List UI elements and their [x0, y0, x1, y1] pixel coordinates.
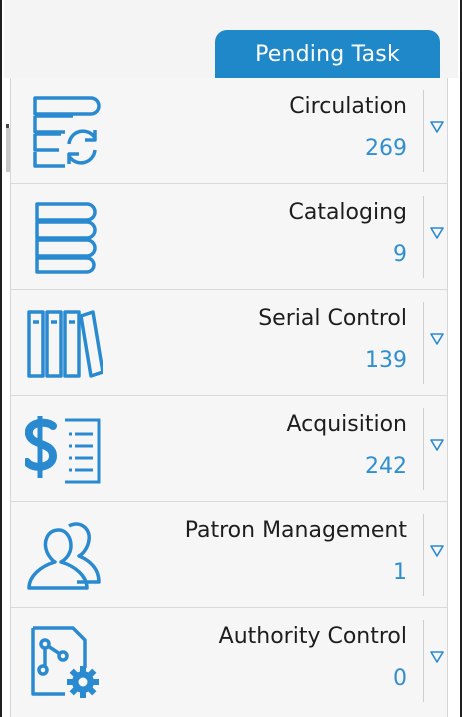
- authority-control-icon: [31, 626, 99, 698]
- panel-header: Pending Task: [4, 0, 458, 78]
- serial-control-icon: [27, 310, 103, 378]
- divider: [423, 620, 424, 702]
- pending-task-window: Pending Task Circulation 269 Cataloging …: [0, 0, 462, 717]
- pending-task-list: Circulation 269 Cataloging 9 Serial Cont…: [10, 78, 448, 717]
- task-label-patron-management: Patron Management: [184, 518, 407, 543]
- expand-triangle-icon[interactable]: [429, 222, 445, 242]
- task-label-cataloging: Cataloging: [288, 200, 407, 225]
- divider: [423, 408, 424, 490]
- acquisition-icon: [25, 416, 101, 484]
- task-row-circulation[interactable]: Circulation 269: [11, 78, 447, 184]
- tab-pending-task[interactable]: Pending Task: [215, 30, 440, 78]
- patron-management-icon: [27, 522, 101, 590]
- task-label-circulation: Circulation: [289, 94, 407, 119]
- expand-triangle-icon[interactable]: [429, 116, 445, 136]
- task-row-patron-management[interactable]: Patron Management 1: [11, 502, 447, 608]
- expand-triangle-icon[interactable]: [429, 646, 445, 666]
- task-label-authority-control: Authority Control: [218, 624, 407, 649]
- task-label-acquisition: Acquisition: [286, 412, 408, 437]
- task-count-patron-management: 1: [393, 560, 407, 585]
- task-label-serial-control: Serial Control: [258, 306, 407, 331]
- task-row-acquisition[interactable]: Acquisition 242: [11, 396, 447, 502]
- task-row-serial-control[interactable]: Serial Control 139: [11, 290, 447, 396]
- divider: [423, 302, 424, 384]
- circulation-icon: [33, 96, 101, 168]
- task-count-acquisition: 242: [365, 454, 407, 479]
- task-count-authority-control: 0: [393, 666, 407, 691]
- divider: [423, 196, 424, 278]
- expand-triangle-icon[interactable]: [429, 540, 445, 560]
- task-row-authority-control[interactable]: Authority Control 0: [11, 608, 447, 714]
- task-count-serial-control: 139: [365, 348, 407, 373]
- expand-triangle-icon[interactable]: [429, 328, 445, 348]
- divider: [423, 514, 424, 596]
- expand-triangle-icon[interactable]: [429, 434, 445, 454]
- cataloging-icon: [35, 202, 97, 274]
- task-count-circulation: 269: [365, 136, 407, 161]
- task-count-cataloging: 9: [393, 242, 407, 267]
- task-row-cataloging[interactable]: Cataloging 9: [11, 184, 447, 290]
- divider: [423, 90, 424, 172]
